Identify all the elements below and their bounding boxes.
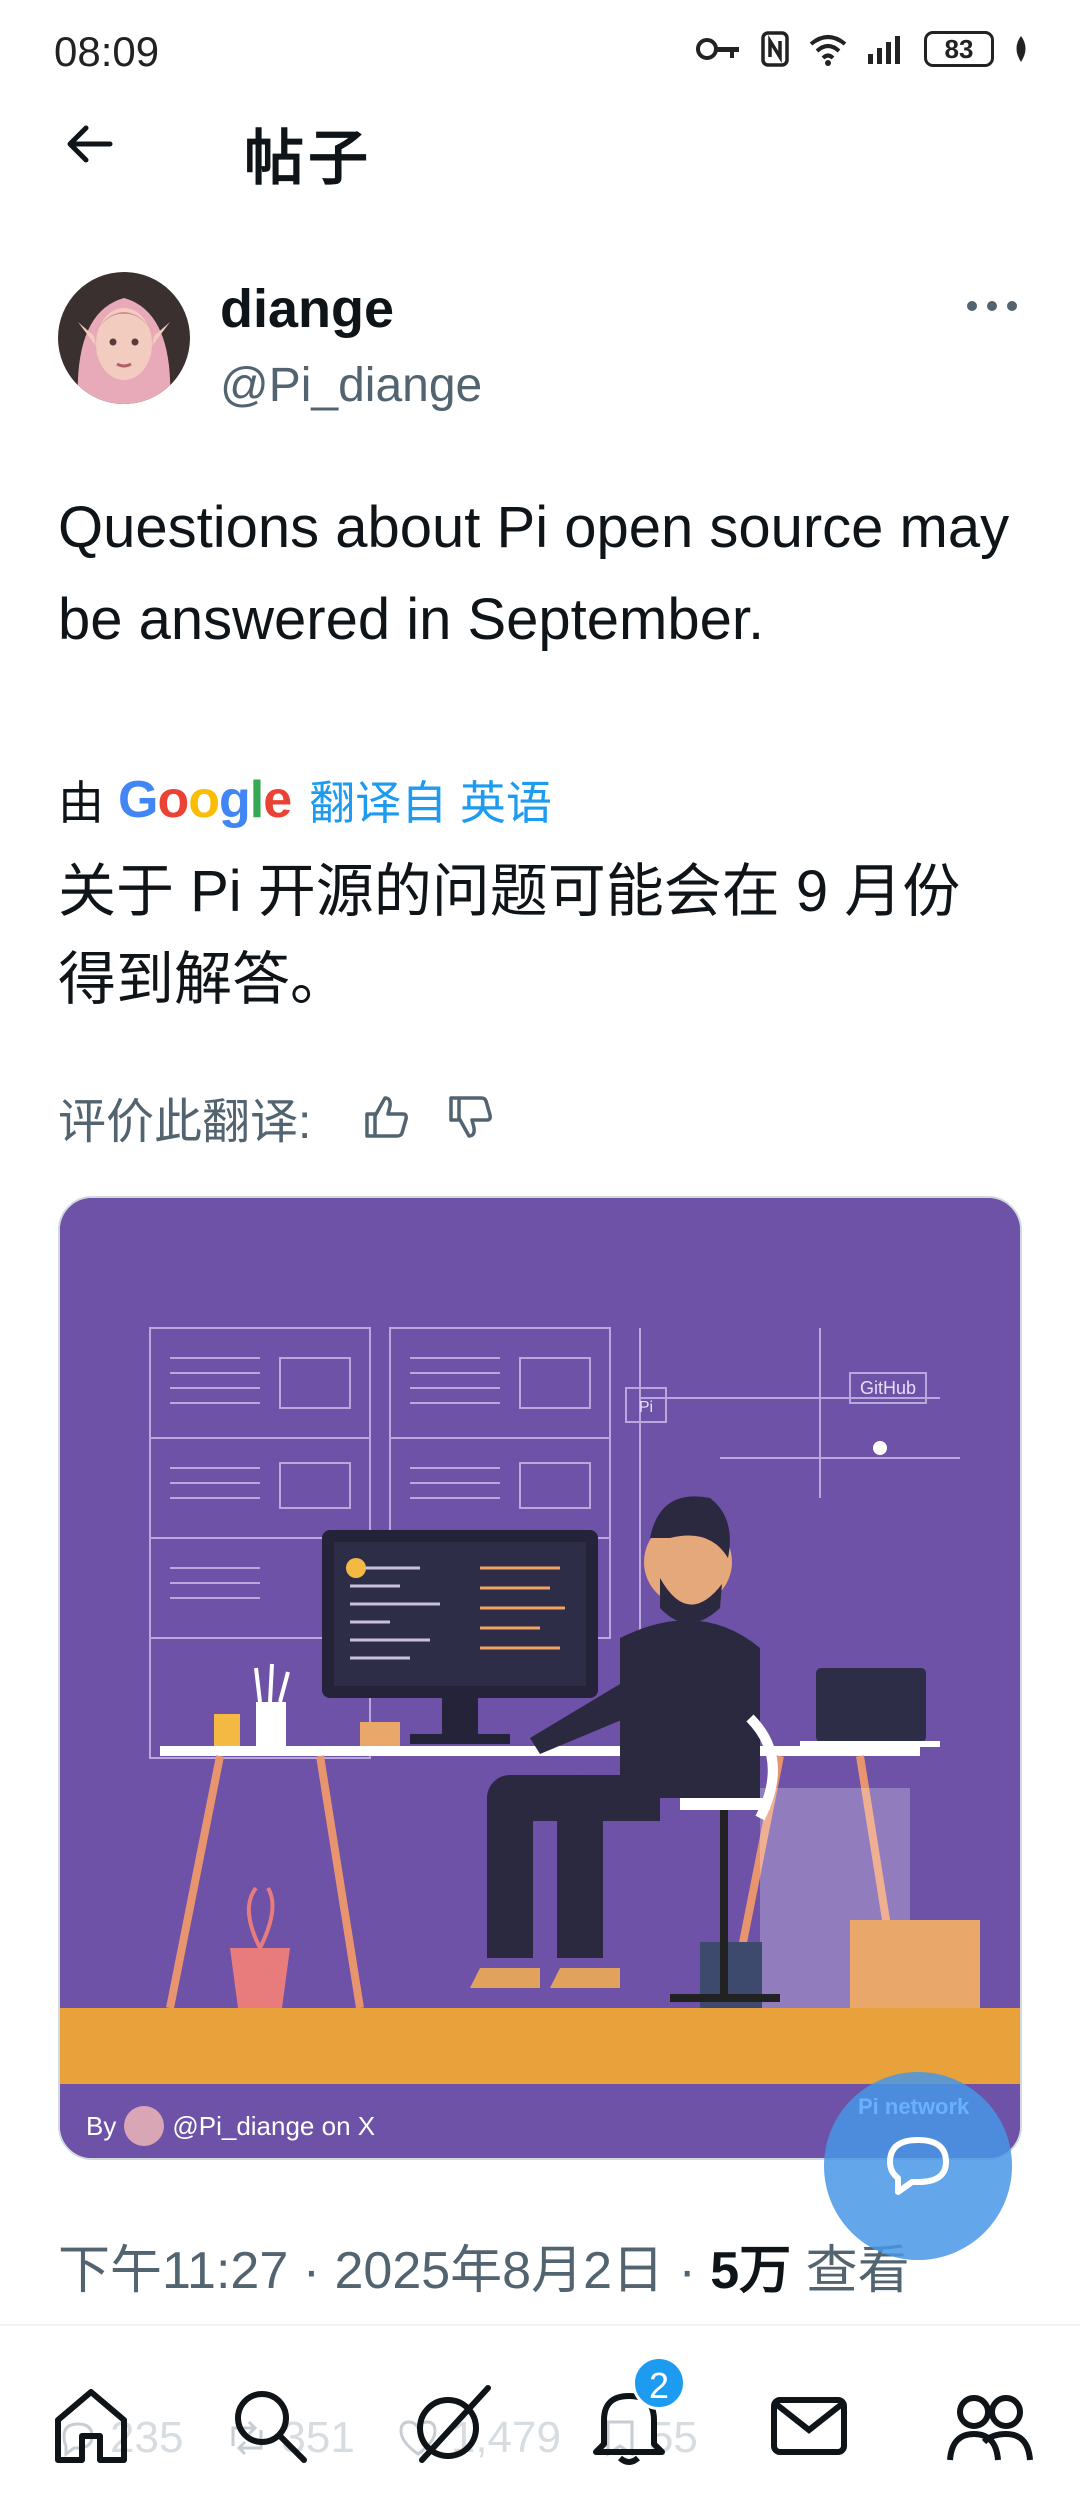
- translated-from-link[interactable]: 翻译自 英语: [309, 767, 552, 833]
- page-title: 帖子: [244, 125, 372, 192]
- tweet-text: Questions about Pi open source may be an…: [58, 495, 1010, 652]
- chat-bubble-icon: [887, 2137, 949, 2195]
- rate-translation-row: 评价此翻译:: [58, 1082, 495, 1152]
- author-name[interactable]: diange: [220, 278, 394, 340]
- key-icon: [696, 38, 739, 60]
- media-credit-avatar: [124, 2106, 165, 2146]
- pi-network-watermark: Pi network: [858, 2094, 970, 2119]
- post-timestamp: 下午11:27 · 2025年8月2日 ·: [58, 2242, 711, 2300]
- more-options-icon[interactable]: [962, 294, 1022, 318]
- translated-by-prefix: 由: [58, 777, 104, 829]
- battery-indicator: 83: [924, 31, 994, 67]
- wifi-icon: [809, 35, 847, 66]
- home-icon[interactable]: [46, 2380, 136, 2470]
- nfc-icon: [761, 31, 789, 67]
- notifications-badge: 2: [632, 2356, 686, 2410]
- messages-icon[interactable]: [764, 2380, 854, 2470]
- status-bar: 08:09 83: [0, 0, 1080, 100]
- media-credit: By @Pi_diange on X: [86, 2106, 375, 2146]
- media-credit-prefix: By: [86, 2110, 117, 2141]
- author-handle[interactable]: @Pi_diange: [220, 358, 482, 413]
- status-time: 08:09: [54, 28, 160, 75]
- media-pi-label: Pi: [639, 1399, 653, 1416]
- bottom-nav: [0, 2360, 1080, 2504]
- thumbs-down-icon[interactable]: [445, 1092, 495, 1142]
- translated-text: 关于 Pi 开源的问题可能会在 9 月份得到解答。: [58, 859, 961, 1012]
- status-icons: 83: [696, 30, 1030, 68]
- signal-icon: [868, 36, 900, 64]
- back-arrow-icon[interactable]: [58, 114, 118, 174]
- media-github-label: GitHub: [860, 1378, 916, 1398]
- divider: [0, 2324, 1080, 2326]
- google-logo: Google: [118, 771, 292, 829]
- post-image[interactable]: GitHub Pi: [58, 1196, 1022, 2160]
- communities-icon[interactable]: [944, 2380, 1034, 2470]
- search-icon[interactable]: [224, 2380, 314, 2470]
- rate-translation-label: 评价此翻译:: [58, 1096, 312, 1149]
- post-meta: 下午11:27 · 2025年8月2日 · 5万 查看: [58, 2228, 910, 2303]
- thumbs-up-icon[interactable]: [361, 1092, 411, 1142]
- avatar[interactable]: [58, 272, 190, 404]
- leaf-icon: [1016, 36, 1026, 62]
- view-count: 5万: [710, 2242, 792, 2300]
- media-credit-handle: @Pi_diange on X: [172, 2110, 376, 2141]
- grok-icon[interactable]: [406, 2380, 496, 2470]
- translation-attribution: 由 Google 翻译自 英语: [58, 768, 552, 832]
